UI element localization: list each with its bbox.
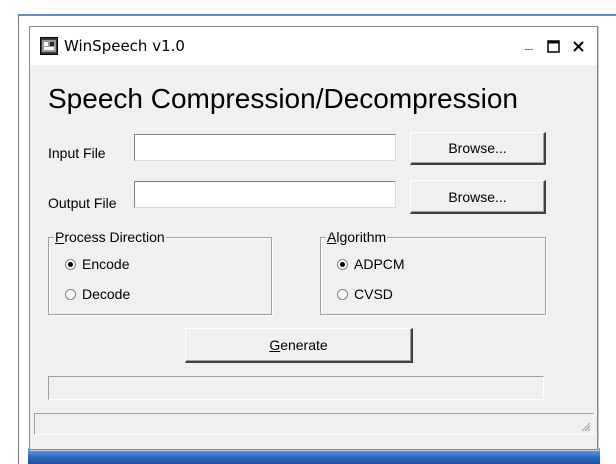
input-file-field[interactable] <box>134 134 396 161</box>
taskbar-strip <box>28 448 600 464</box>
status-bar <box>34 413 594 435</box>
encode-label: Encode <box>82 256 130 272</box>
decode-radio-dot[interactable] <box>65 288 76 300</box>
maximize-button[interactable] <box>542 35 564 57</box>
generate-button[interactable]: Generate <box>185 328 413 363</box>
algorithm-legend: Algorithm <box>326 229 388 245</box>
process-direction-legend: Process Direction <box>54 229 166 245</box>
progress-bar <box>48 376 544 400</box>
cvsd-radio-dot[interactable] <box>337 288 348 300</box>
output-file-label: Output File <box>48 195 117 211</box>
title-bar[interactable]: WinSpeech v1.0 _ <box>30 27 597 65</box>
winspeech-app-icon <box>40 37 58 55</box>
minimize-icon: _ <box>525 35 533 51</box>
minimize-button[interactable]: _ <box>518 35 540 57</box>
output-browse-button[interactable]: Browse... <box>410 180 546 214</box>
decode-label: Decode <box>82 286 131 302</box>
close-icon <box>572 40 584 52</box>
decode-radio[interactable]: Decode <box>65 286 130 302</box>
output-file-field[interactable] <box>134 181 396 208</box>
encode-radio-dot[interactable] <box>65 258 76 270</box>
generate-label: Generate <box>269 337 328 353</box>
resize-grip-icon[interactable] <box>579 420 591 432</box>
adpcm-radio-dot[interactable] <box>337 258 348 270</box>
maximize-icon <box>546 39 560 53</box>
adpcm-label: ADPCM <box>354 256 405 272</box>
window-title: WinSpeech v1.0 <box>64 37 185 55</box>
input-browse-button[interactable]: Browse... <box>410 132 546 165</box>
page-title: Speech Compression/Decompression <box>48 83 518 114</box>
algorithm-group: Algorithm ADPCM CVSD <box>320 229 546 315</box>
adpcm-radio[interactable]: ADPCM <box>337 256 405 272</box>
cvsd-label: CVSD <box>354 286 393 302</box>
process-direction-group: Process Direction Encode Decode <box>48 229 272 315</box>
cvsd-radio[interactable]: CVSD <box>337 286 393 302</box>
winspeech-window: WinSpeech v1.0 _ Speech Compression/Deco… <box>29 26 598 450</box>
encode-radio[interactable]: Encode <box>65 256 129 272</box>
input-file-label: Input File <box>48 145 106 161</box>
close-button[interactable] <box>567 35 589 57</box>
